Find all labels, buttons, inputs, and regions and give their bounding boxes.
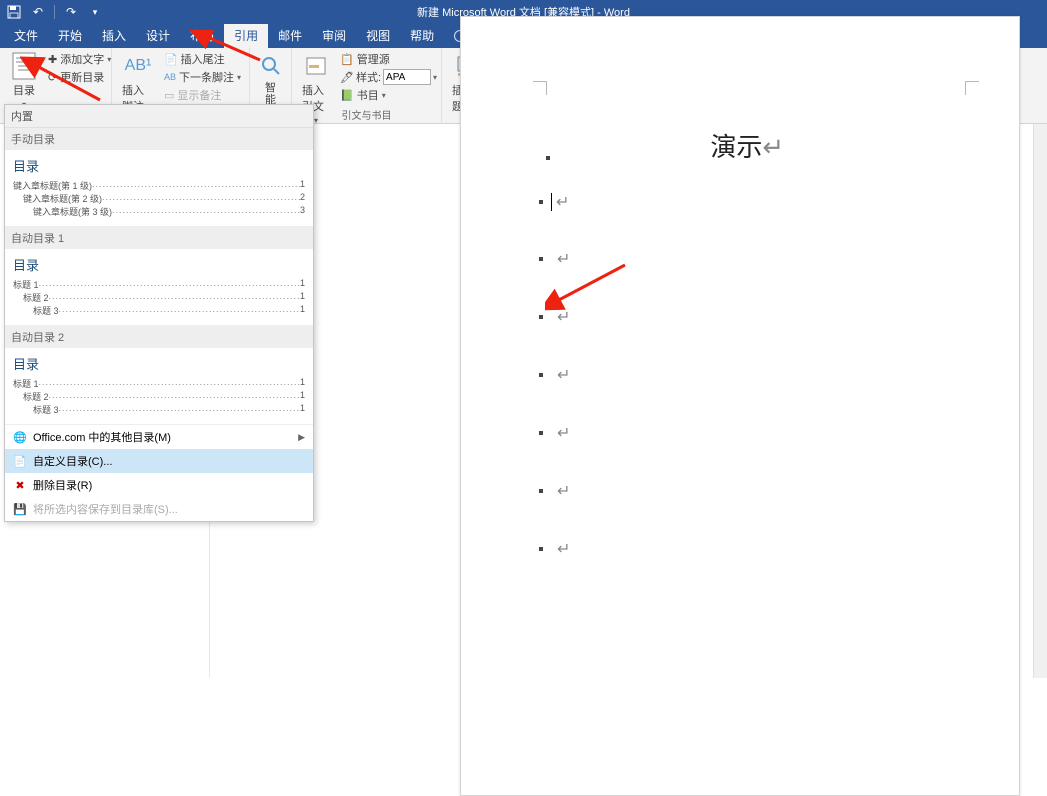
tab-design[interactable]: 设计 [136, 23, 180, 48]
save-icon[interactable] [6, 4, 22, 20]
office-com-toc-item[interactable]: 🌐 Office.com 中的其他目录(M) ▶ [5, 425, 313, 449]
auto-toc2-label: 自动目录 2 [5, 326, 313, 348]
bibliography-button[interactable]: 📗书目▾ [338, 86, 439, 104]
show-notes-icon: ▭ [164, 89, 174, 102]
vertical-scrollbar[interactable] [1033, 124, 1047, 678]
tab-review[interactable]: 审阅 [312, 23, 356, 48]
doc-paragraph[interactable]: ↵ [539, 481, 570, 501]
tab-help[interactable]: 帮助 [400, 23, 444, 48]
document-title: 演示↵ [461, 127, 1019, 164]
tab-home[interactable]: 开始 [48, 23, 92, 48]
update-icon: ⟳ [48, 71, 57, 84]
doc-paragraph[interactable]: ↵ [539, 365, 570, 385]
save-gallery-icon: 💾 [13, 502, 27, 516]
toc-icon [10, 52, 38, 80]
globe-icon: 🌐 [13, 430, 27, 444]
style-icon: 🖊 [340, 71, 354, 84]
document-icon: 📄 [13, 454, 27, 468]
update-toc-button[interactable]: ⟳更新目录 [46, 68, 113, 86]
book-icon: 📗 [340, 89, 354, 102]
doc-paragraph[interactable]: ↵ [539, 307, 570, 327]
footnote-icon: AB¹ [124, 52, 152, 80]
show-notes-button[interactable]: ▭显示备注 [162, 86, 243, 104]
manage-sources-icon: 📋 [340, 53, 354, 66]
document-page[interactable]: 演示↵ ↵ ↵ ↵ ↵ ↵ ↵ ↵ [460, 16, 1020, 796]
search-icon [257, 52, 285, 80]
citation-group-label: 引文与书目 [292, 107, 441, 122]
doc-paragraph[interactable]: ↵ [539, 249, 570, 269]
tab-layout[interactable]: 布局 [180, 23, 224, 48]
add-text-icon: ✚ [48, 53, 57, 66]
auto-toc2-preview[interactable]: 目录 标题 1.................................… [5, 348, 313, 425]
custom-toc-item[interactable]: 📄 自定义目录(C)... [5, 449, 313, 473]
insert-endnote-button[interactable]: 📄插入尾注 [162, 50, 243, 68]
remove-toc-item[interactable]: ✖ 删除目录(R) [5, 473, 313, 497]
citation-icon [302, 52, 330, 80]
citation-style-select[interactable]: 🖊 样式: ▾ [338, 68, 439, 86]
doc-paragraph[interactable]: ↵ [539, 539, 570, 559]
dropdown-header: 内置 [5, 105, 313, 128]
style-input[interactable] [383, 69, 431, 85]
tab-mailings[interactable]: 邮件 [268, 23, 312, 48]
qat-separator [54, 5, 55, 19]
margin-mark [533, 81, 547, 95]
tab-insert[interactable]: 插入 [92, 23, 136, 48]
next-footnote-button[interactable]: AB下一条脚注▾ [162, 68, 243, 86]
manual-toc-preview[interactable]: 目录 键入章标题(第 1 级).........................… [5, 150, 313, 227]
auto-toc1-label: 自动目录 1 [5, 227, 313, 249]
doc-paragraph[interactable]: ↵ [539, 423, 570, 443]
next-footnote-icon: AB [164, 72, 176, 82]
qat-customize-icon[interactable]: ▾ [87, 4, 103, 20]
toc-dropdown-menu: 内置 手动目录 目录 键入章标题(第 1 级).................… [4, 104, 314, 522]
chevron-right-icon: ▶ [298, 432, 305, 443]
tab-file[interactable]: 文件 [4, 23, 48, 48]
quick-access-toolbar: ↶ ↷ ▾ [0, 4, 103, 20]
doc-paragraph[interactable]: ↵ [539, 192, 569, 212]
add-text-button[interactable]: ✚添加文字▾ [46, 50, 113, 68]
margin-mark [965, 81, 979, 95]
remove-icon: ✖ [13, 478, 27, 492]
save-toc-item: 💾 将所选内容保存到目录库(S)... [5, 497, 313, 521]
ribbon-group-citation: 插入引文 ▾ 📋管理源 🖊 样式: ▾ 📗书目▾ 引文与书目 [292, 48, 442, 123]
toc-button-label: 目录 [13, 82, 35, 98]
manage-sources-button[interactable]: 📋管理源 [338, 50, 439, 68]
redo-icon[interactable]: ↷ [63, 4, 79, 20]
tab-view[interactable]: 视图 [356, 23, 400, 48]
manual-toc-label: 手动目录 [5, 128, 313, 150]
tab-references[interactable]: 引用 [224, 23, 268, 48]
auto-toc1-preview[interactable]: 目录 标题 1.................................… [5, 249, 313, 326]
endnote-icon: 📄 [164, 53, 178, 66]
undo-icon[interactable]: ↶ [30, 4, 46, 20]
